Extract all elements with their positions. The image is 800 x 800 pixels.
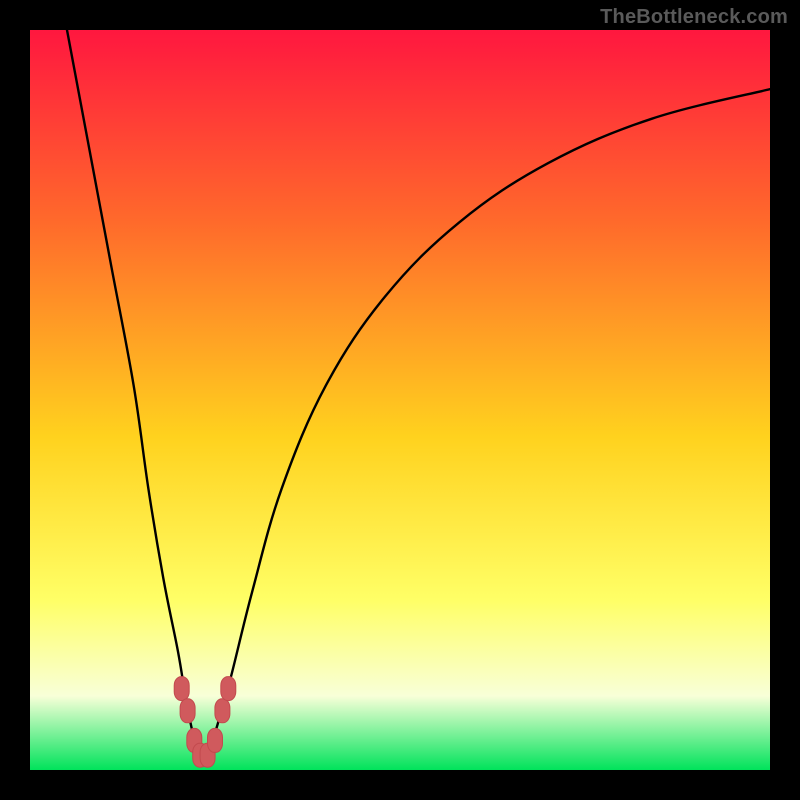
marker-point bbox=[200, 743, 215, 767]
chart-frame: TheBottleneck.com bbox=[0, 0, 800, 800]
plot-area bbox=[30, 30, 770, 770]
marker-point bbox=[215, 699, 230, 723]
marker-point bbox=[174, 677, 189, 701]
gradient-background bbox=[30, 30, 770, 770]
marker-point bbox=[187, 728, 202, 752]
bottleneck-chart bbox=[30, 30, 770, 770]
marker-point bbox=[193, 743, 208, 767]
marker-point bbox=[180, 699, 195, 723]
marker-point bbox=[221, 677, 236, 701]
highlighted-points bbox=[174, 677, 236, 768]
bottleneck-curve bbox=[67, 30, 770, 758]
watermark-text: TheBottleneck.com bbox=[600, 6, 788, 29]
marker-point bbox=[208, 728, 223, 752]
